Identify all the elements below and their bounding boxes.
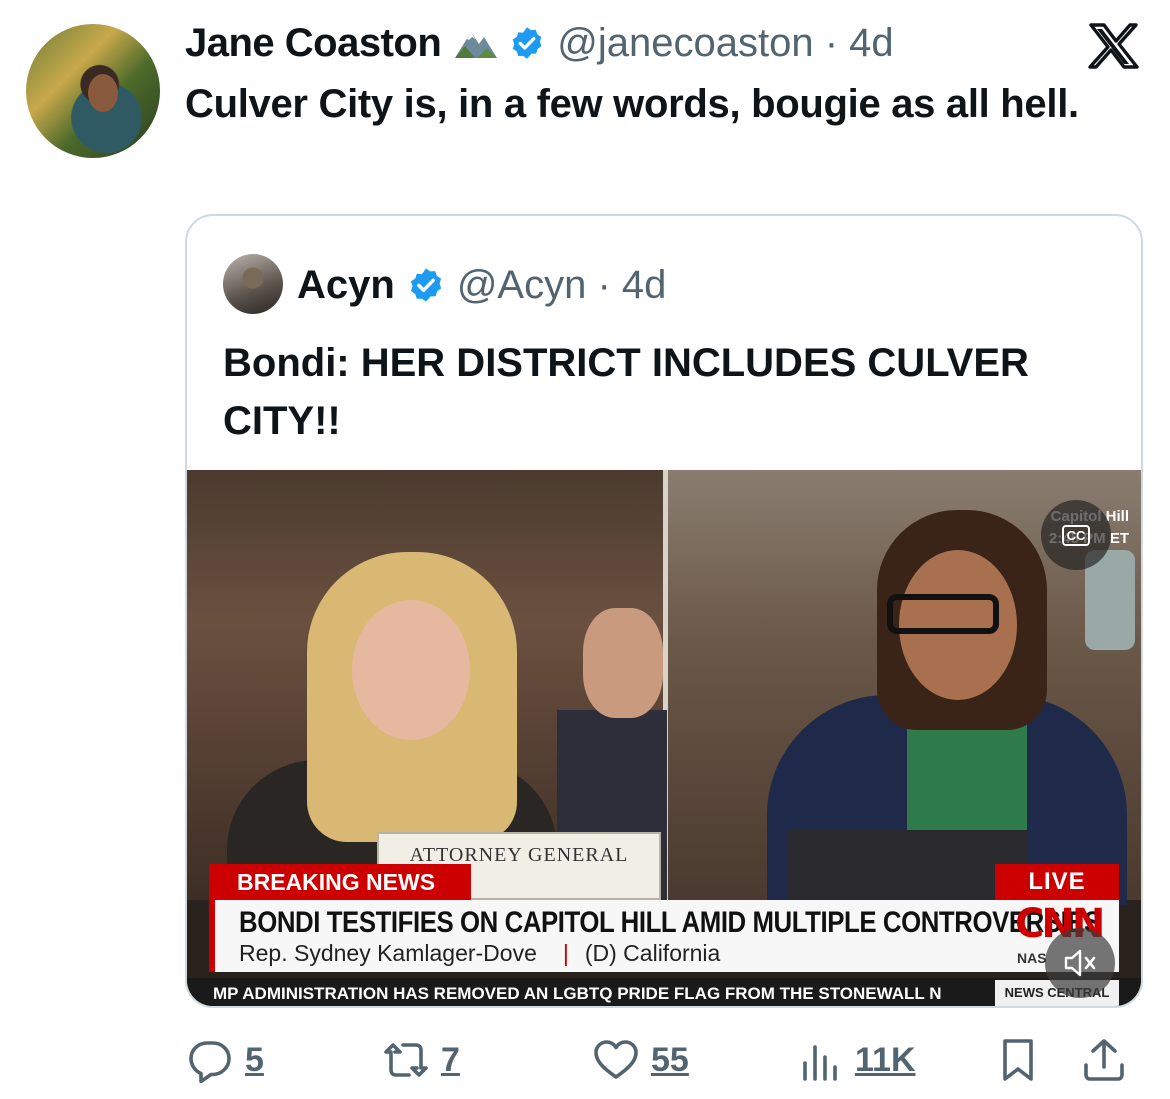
subline-separator: | <box>562 940 569 966</box>
market-label: NAS <box>1017 950 1047 966</box>
reply-icon <box>189 1041 231 1083</box>
video-player[interactable]: ATTORNEY GENERAL Capitol Hill 2:45 PM ET… <box>187 470 1141 1006</box>
author-avatar[interactable] <box>26 24 160 158</box>
tweet-text: Culver City is, in a few words, bougie a… <box>185 82 1079 126</box>
speaker-muted-icon <box>1064 949 1096 977</box>
share-button[interactable] <box>1081 1030 1127 1090</box>
news-headline: BONDI TESTIFIES ON CAPITOL HILL AMID MUL… <box>239 906 1101 939</box>
views-button[interactable]: 11K <box>797 1030 916 1090</box>
heart-icon <box>594 1040 638 1079</box>
like-count[interactable]: 55 <box>651 1041 689 1080</box>
quoted-tweet[interactable]: Acyn @Acyn · 4d Bondi: HER DISTRICT INCL… <box>185 214 1143 1008</box>
speaker-left-face <box>352 600 470 740</box>
avatar-face <box>88 74 118 112</box>
news-subline: Rep. Sydney Kamlager-Dove | (D) California <box>239 940 720 967</box>
tweet-header: Jane Coaston @janecoaston · 4d <box>185 18 894 68</box>
speaker-party: (D) California <box>584 940 721 966</box>
bookmark-button[interactable] <box>995 1030 1041 1090</box>
breaking-news-label: BREAKING NEWS <box>209 864 471 900</box>
verified-badge-icon[interactable] <box>509 25 545 61</box>
cc-icon: CC <box>1061 524 1091 546</box>
quoted-tweet-header: Acyn @Acyn · 4d <box>297 258 666 312</box>
repost-icon <box>384 1043 428 1077</box>
tweet-actions: 5 7 55 11K <box>185 1030 1145 1090</box>
timestamp[interactable]: 4d <box>849 21 894 65</box>
mountain-icon <box>455 32 498 58</box>
author-handle[interactable]: @janecoaston · 4d <box>557 21 893 66</box>
view-count[interactable]: 11K <box>855 1041 916 1080</box>
author-name[interactable]: Jane Coaston <box>185 21 442 66</box>
speaker-right-glasses <box>887 594 999 634</box>
speaker-name: Rep. Sydney Kamlager-Dove <box>239 940 537 966</box>
views-bar-chart-icon <box>803 1045 837 1081</box>
quoted-author-avatar[interactable] <box>223 254 283 314</box>
quoted-timestamp[interactable]: 4d <box>622 263 667 307</box>
x-logo-icon[interactable] <box>1085 22 1141 70</box>
reply-button[interactable]: 5 <box>187 1030 264 1090</box>
laptop <box>787 830 1027 900</box>
live-label: LIVE <box>995 864 1119 900</box>
repost-button[interactable]: 7 <box>383 1030 460 1090</box>
captions-button[interactable]: CC <box>1041 500 1111 570</box>
repost-count[interactable]: 7 <box>441 1041 460 1080</box>
quoted-tweet-text: Bondi: HER DISTRICT INCLUDES CULVER CITY… <box>223 341 1029 443</box>
bookmark-icon <box>1003 1039 1033 1081</box>
verified-badge-icon[interactable] <box>407 266 445 304</box>
quoted-author-name[interactable]: Acyn <box>297 263 395 308</box>
mute-button[interactable] <box>1045 928 1115 998</box>
quoted-author-handle[interactable]: @Acyn · 4d <box>457 263 667 308</box>
lower-third-banner: BONDI TESTIFIES ON CAPITOL HILL AMID MUL… <box>209 900 1119 972</box>
background-person-face <box>583 608 663 718</box>
like-button[interactable]: 55 <box>593 1030 689 1090</box>
share-icon <box>1084 1039 1124 1081</box>
reply-count[interactable]: 5 <box>245 1041 264 1080</box>
